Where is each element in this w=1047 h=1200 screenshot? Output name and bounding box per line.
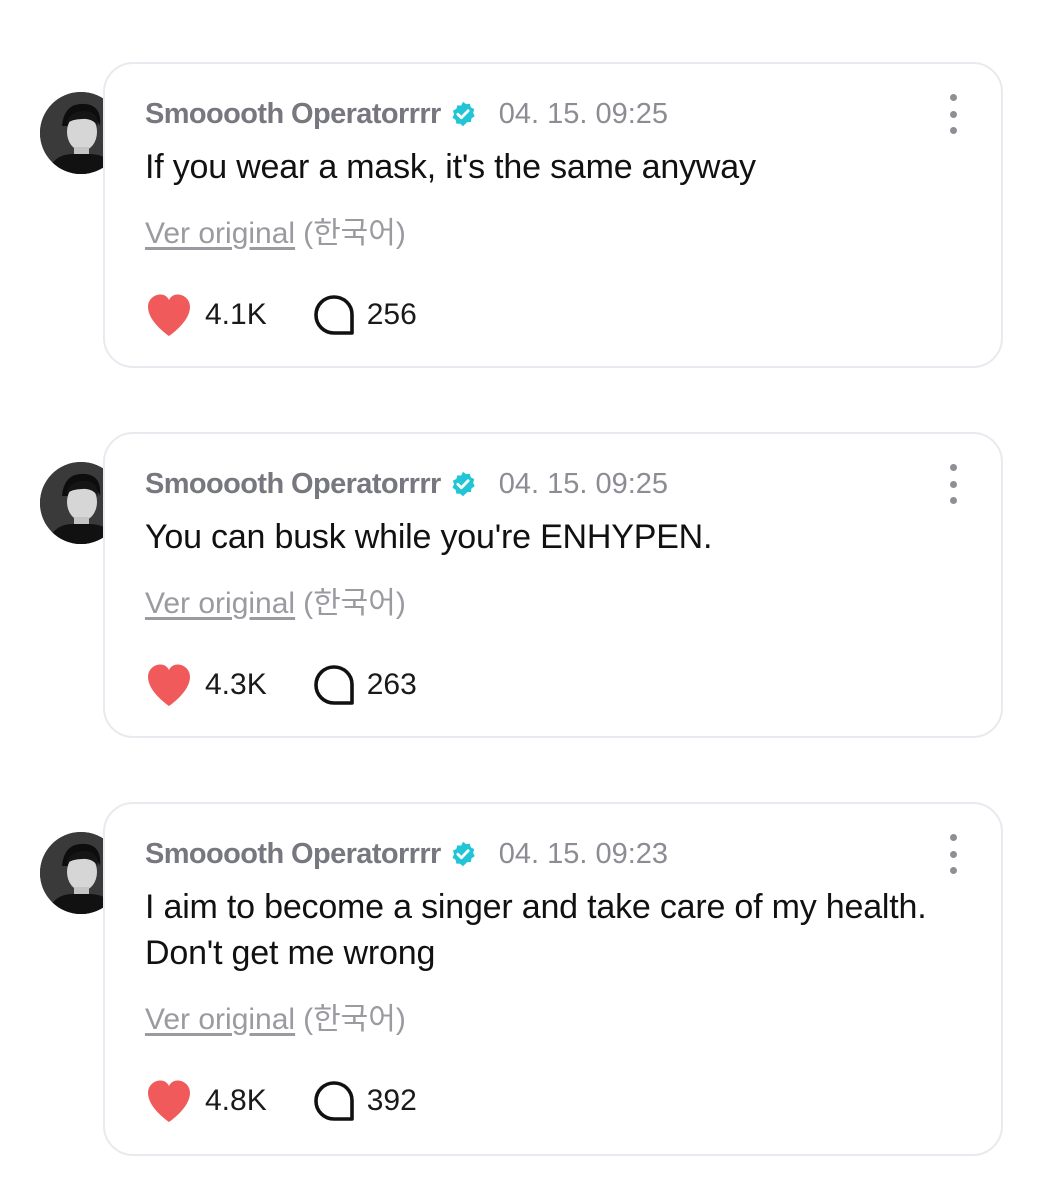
more-vertical-icon[interactable] [941, 834, 965, 874]
original-language-label: (한국어) [303, 1003, 406, 1036]
comment-card: Smooooth Operatorrrr 04. 15. 09:23 I aim… [103, 802, 1003, 1156]
comment-count: 392 [366, 1084, 417, 1117]
post-header: Smooooth Operatorrrr 04. 15. 09:25 [145, 96, 668, 132]
comment-card: Smooooth Operatorrrr 04. 15. 09:25 You c… [103, 432, 1003, 738]
comment-button[interactable]: 263 [313, 664, 417, 706]
post-actions: 4.8K 392 [145, 1078, 417, 1124]
view-original-link[interactable]: Ver original [145, 587, 295, 620]
translation-row: Ver original (한국어) [145, 208, 406, 252]
verified-badge-icon [449, 100, 477, 128]
post-timestamp: 04. 15. 09:25 [498, 97, 669, 130]
verified-badge-icon [449, 470, 477, 498]
speech-bubble-icon [313, 1080, 355, 1122]
translation-row: Ver original (한국어) [145, 578, 406, 622]
speech-bubble-icon [313, 664, 355, 706]
comment-text: You can busk while you're ENHYPEN. [145, 518, 713, 556]
comment-card: Smooooth Operatorrrr 04. 15. 09:25 If yo… [103, 62, 1003, 368]
verified-badge-icon [449, 840, 477, 868]
translation-row: Ver original (한국어) [145, 994, 406, 1038]
more-vertical-icon[interactable] [941, 464, 965, 504]
like-button[interactable]: 4.8K [145, 1079, 267, 1123]
post-actions: 4.3K 263 [145, 662, 417, 708]
like-button[interactable]: 4.1K [145, 293, 267, 337]
heart-icon [145, 293, 193, 337]
speech-bubble-icon [313, 294, 355, 336]
author-name[interactable]: Smooooth Operatorrrr [145, 98, 441, 131]
comment-count: 256 [366, 298, 417, 331]
like-count: 4.8K [205, 1084, 267, 1117]
author-name[interactable]: Smooooth Operatorrrr [145, 468, 441, 501]
comment-count: 263 [366, 668, 417, 701]
post-timestamp: 04. 15. 09:23 [498, 837, 669, 870]
heart-icon [145, 1079, 193, 1123]
post-actions: 4.1K 256 [145, 292, 417, 338]
like-button[interactable]: 4.3K [145, 663, 267, 707]
author-name[interactable]: Smooooth Operatorrrr [145, 838, 441, 871]
comment-button[interactable]: 392 [313, 1080, 417, 1122]
like-count: 4.3K [205, 668, 267, 701]
comment-text: If you wear a mask, it's the same anyway [145, 148, 756, 186]
comment-button[interactable]: 256 [313, 294, 417, 336]
like-count: 4.1K [205, 298, 267, 331]
post-header: Smooooth Operatorrrr 04. 15. 09:25 [145, 466, 668, 502]
post-header: Smooooth Operatorrrr 04. 15. 09:23 [145, 836, 668, 872]
view-original-link[interactable]: Ver original [145, 1003, 295, 1036]
comment-text: I aim to become a singer and take care o… [145, 888, 927, 972]
original-language-label: (한국어) [303, 217, 406, 250]
comment-feed: Smooooth Operatorrrr 04. 15. 09:25 If yo… [0, 0, 1047, 1200]
heart-icon [145, 663, 193, 707]
more-vertical-icon[interactable] [941, 94, 965, 134]
original-language-label: (한국어) [303, 587, 406, 620]
post-timestamp: 04. 15. 09:25 [498, 467, 669, 500]
view-original-link[interactable]: Ver original [145, 217, 295, 250]
